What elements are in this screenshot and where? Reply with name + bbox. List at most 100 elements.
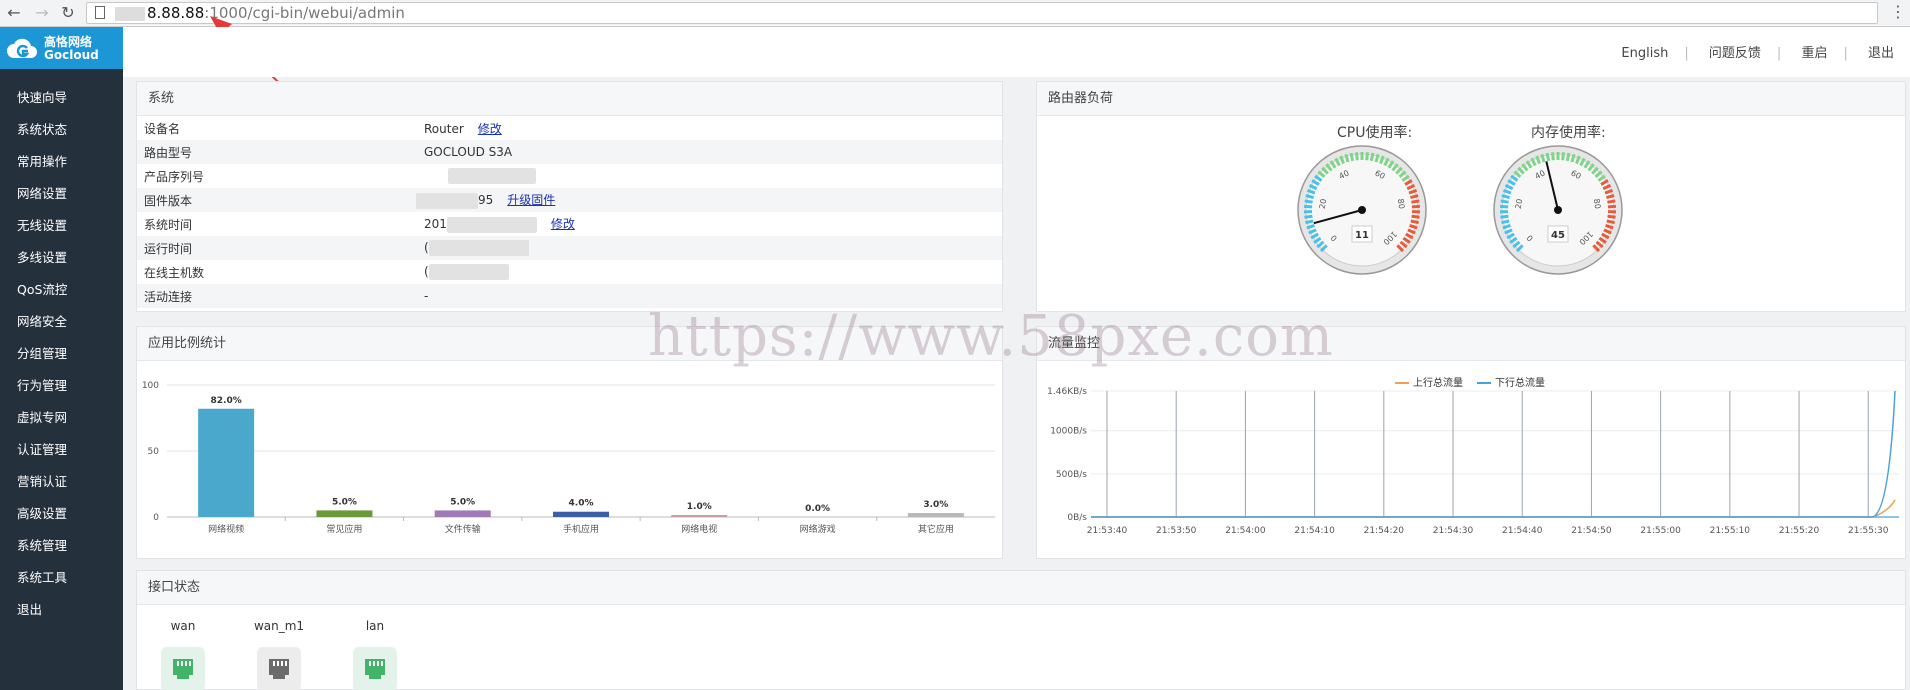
bar-value-label: 82.0% xyxy=(211,396,242,406)
gauge-value-label: 45 xyxy=(1551,230,1565,241)
gauge-tick xyxy=(1410,194,1419,200)
sidebar-item-qos[interactable]: QoS流控 xyxy=(0,274,123,306)
gauge-tick xyxy=(1501,194,1510,200)
interface-name: wan xyxy=(170,619,196,633)
memory-gauge-title: 内存使用率: xyxy=(1531,125,1606,141)
sidebar-item-vpn[interactable]: 虚拟专网 xyxy=(0,402,123,434)
line-x-tick-label: 21:54:40 xyxy=(1502,526,1543,536)
redacted-ip xyxy=(115,6,145,21)
line-x-tick-label: 21:54:30 xyxy=(1433,526,1474,536)
sidebar-item-wireless[interactable]: 无线设置 xyxy=(0,210,123,242)
separator: | xyxy=(1843,46,1848,61)
gauge-tick xyxy=(1410,219,1419,225)
row-value: ( xyxy=(424,260,1002,284)
interface-lan[interactable]: lan xyxy=(345,619,405,690)
row-label: 固件版本 xyxy=(144,193,193,208)
gauge-tick xyxy=(1500,204,1509,209)
router-load-title: 路由器负荷 xyxy=(1037,82,1905,116)
reboot-link[interactable]: 重启 xyxy=(1791,46,1837,61)
gauge-tick-label: 20 xyxy=(1514,198,1524,209)
gauge-tick xyxy=(1545,152,1551,162)
gauge-tick-label: 80 xyxy=(1396,198,1406,209)
sidebar-item-system-manage[interactable]: 系统管理 xyxy=(0,530,123,562)
bar-category-label: 网络游戏 xyxy=(800,523,836,535)
sidebar-item-quick-guide[interactable]: 快速向导 xyxy=(0,82,123,114)
line-x-tick-label: 21:55:10 xyxy=(1710,526,1751,536)
sidebar-item-logout[interactable]: 退出 xyxy=(0,594,123,626)
browser-menu-icon[interactable]: ⋮ xyxy=(1890,2,1906,21)
sidebar: 高恪网络 Gocloud 快速向导 系统状态 常用操作 网络设置 无线设置 多线… xyxy=(0,27,123,690)
gauge-tick xyxy=(1411,214,1420,219)
sidebar-item-multiline[interactable]: 多线设置 xyxy=(0,242,123,274)
upgrade-firmware-link[interactable]: 升级固件 xyxy=(507,193,555,207)
line-x-tick-label: 21:54:20 xyxy=(1364,526,1405,536)
gauge-tick xyxy=(1305,219,1314,225)
header-links: English | 问题反馈 | 重启 | 退出 xyxy=(1611,42,1904,61)
sidebar-item-common-ops[interactable]: 常用操作 xyxy=(0,146,123,178)
redacted-firmware xyxy=(416,192,478,209)
memory-gauge: 02040 608010045 xyxy=(1493,145,1623,275)
gauge-tick xyxy=(1565,152,1571,162)
interface-wan[interactable]: wan xyxy=(153,619,213,690)
gauge-hub xyxy=(1358,206,1366,214)
address-bar[interactable]: 8.88.88:1000/cgi-bin/webui/admin xyxy=(86,2,1878,24)
sidebar-item-behavior[interactable]: 行为管理 xyxy=(0,370,123,402)
series-line xyxy=(1091,390,1896,518)
reload-icon[interactable]: ↻ xyxy=(58,3,78,23)
bar-y-tick-label: 50 xyxy=(148,447,160,457)
watermark-text: https://www.58pxe.com xyxy=(648,304,1335,369)
sidebar-item-groups[interactable]: 分组管理 xyxy=(0,338,123,370)
gauge-value-label: 11 xyxy=(1355,230,1369,241)
row-label: 路由型号 xyxy=(144,145,193,160)
bar xyxy=(671,515,728,517)
gauge-tick xyxy=(1349,152,1355,162)
sidebar-item-security[interactable]: 网络安全 xyxy=(0,306,123,338)
feedback-link[interactable]: 问题反馈 xyxy=(1699,46,1771,61)
edit-device-name-link[interactable]: 修改 xyxy=(478,122,502,136)
table-row: 系统时间 201 修改 xyxy=(137,212,1002,236)
interface-name: wan_m1 xyxy=(253,619,305,633)
bar-value-label: 5.0% xyxy=(450,497,475,507)
sidebar-item-network[interactable]: 网络设置 xyxy=(0,178,123,210)
bar-value-label: 4.0% xyxy=(569,499,594,509)
table-row: 固件版本 95 升级固件 xyxy=(137,188,1002,212)
sidebar-item-auth[interactable]: 认证管理 xyxy=(0,434,123,466)
english-link[interactable]: English xyxy=(1611,46,1678,61)
system-panel: 系统 设备名 Router 修改 路由型号 GOCLOUD S3A 产品序列号 固… xyxy=(136,81,1003,312)
model-value: GOCLOUD S3A xyxy=(424,145,513,159)
page-icon xyxy=(95,6,105,19)
logo[interactable]: 高恪网络 Gocloud xyxy=(0,27,123,69)
line-x-tick-label: 21:54:10 xyxy=(1294,526,1335,536)
gauge-tick xyxy=(1607,199,1616,204)
logo-text-en: Gocloud xyxy=(44,48,99,62)
redacted-hosts xyxy=(428,264,509,280)
table-row: 路由型号 GOCLOUD S3A xyxy=(137,140,1002,164)
bar-y-tick-label: 0 xyxy=(153,513,159,523)
separator: | xyxy=(1776,46,1782,61)
bar-category-label: 网络视频 xyxy=(208,523,244,535)
sidebar-item-advanced[interactable]: 高级设置 xyxy=(0,498,123,530)
back-icon[interactable]: ← xyxy=(4,3,24,23)
interface-wan-m1[interactable]: wan_m1 xyxy=(249,619,309,690)
bar xyxy=(316,510,373,517)
system-time-value: 201 xyxy=(424,217,447,232)
redacted-time xyxy=(446,216,537,233)
forward-icon[interactable]: → xyxy=(32,3,52,23)
uptime-value: ( xyxy=(424,240,429,255)
separator: | xyxy=(1684,46,1689,61)
sidebar-item-system-status[interactable]: 系统状态 xyxy=(0,114,123,146)
sidebar-item-system-tools[interactable]: 系统工具 xyxy=(0,562,123,594)
logout-link[interactable]: 退出 xyxy=(1858,46,1904,61)
redacted-serial xyxy=(448,168,536,184)
bar xyxy=(553,511,609,517)
online-hosts-value: ( xyxy=(424,264,429,279)
table-row: 产品序列号 xyxy=(137,164,1002,188)
gauge-tick xyxy=(1606,219,1615,225)
line-y-tick-label: 0B/s xyxy=(1067,513,1087,523)
row-value: Router 修改 xyxy=(424,116,1002,140)
ethernet-port-icon xyxy=(353,647,397,690)
device-name-value: Router xyxy=(424,121,464,136)
sidebar-item-marketing-auth[interactable]: 营销认证 xyxy=(0,466,123,498)
row-label: 活动连接 xyxy=(144,289,193,304)
edit-time-link[interactable]: 修改 xyxy=(551,217,575,231)
